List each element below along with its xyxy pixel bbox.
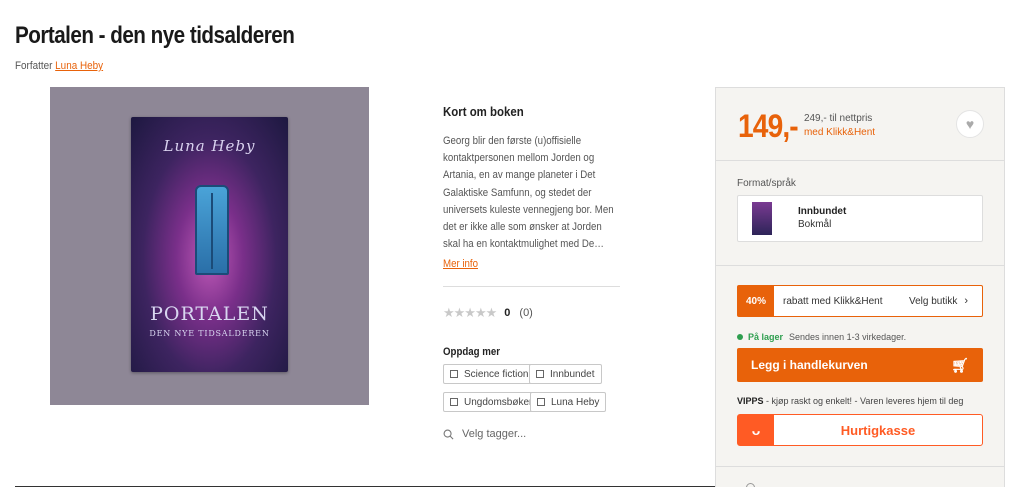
cover-subtitle-text: DEN NYE TIDSALDEREN bbox=[149, 329, 270, 338]
tag-ungdomsboker[interactable]: Ungdomsbøker bbox=[443, 392, 540, 412]
promo-percent: 40% bbox=[738, 286, 774, 316]
tag-search-placeholder: Velg tagger... bbox=[462, 428, 527, 440]
book-cover: Luna Heby PORTALEN DEN NYE TIDSALDEREN bbox=[131, 117, 288, 372]
tag-label: Science fiction bbox=[464, 368, 529, 380]
search-icon bbox=[443, 429, 454, 439]
cover-image-area[interactable]: Luna Heby PORTALEN DEN NYE TIDSALDEREN bbox=[50, 87, 369, 405]
discover-heading: Oppdag mer bbox=[443, 346, 501, 358]
choose-store-button[interactable]: Velg butikk › bbox=[909, 295, 968, 307]
vipps-info: VIPPS - kjøp raskt og enkelt! - Varen le… bbox=[737, 396, 963, 406]
buy-panel: 149,- 249,- til nettpris med Klikk&Hent … bbox=[715, 87, 1005, 487]
tag-label: Ungdomsbøker bbox=[464, 396, 533, 408]
format-language: Bokmål bbox=[798, 219, 832, 230]
stock-dot-icon bbox=[737, 334, 743, 340]
about-text: Georg blir den første (u)offisielle kont… bbox=[443, 135, 614, 251]
vipps-text: - kjøp raskt og enkelt! - Varen leveres … bbox=[763, 396, 964, 406]
choose-store-label: Velg butikk bbox=[908, 295, 958, 307]
vipps-brand: VIPPS bbox=[737, 396, 764, 406]
add-to-cart-button[interactable]: Legg i handlekurven 🛒︎ bbox=[737, 348, 983, 382]
tag-label: Innbundet bbox=[550, 368, 595, 380]
vipps-express-checkout-button[interactable]: ᴗ Hurtigkasse bbox=[737, 414, 983, 446]
rating-count: (0) bbox=[519, 307, 533, 319]
shipping-text: Sendes innen 1-3 virkedager. bbox=[789, 332, 907, 342]
format-thumbnail bbox=[752, 202, 772, 235]
checkbox-icon bbox=[450, 370, 458, 378]
tag-innbundet[interactable]: Innbundet bbox=[529, 364, 602, 384]
add-to-cart-label: Legg i handlekurven bbox=[751, 358, 868, 372]
tag-search[interactable]: Velg tagger... bbox=[443, 428, 526, 440]
checkbox-icon bbox=[450, 398, 458, 406]
format-name: Innbundet bbox=[798, 206, 847, 217]
click-and-collect-promo[interactable]: 40% rabatt med Klikk&Hent Velg butikk › bbox=[737, 285, 983, 317]
radio-icon[interactable] bbox=[746, 482, 755, 487]
chevron-right-icon: › bbox=[964, 295, 968, 307]
vipps-button-label: Hurtigkasse bbox=[840, 422, 916, 438]
delivery-option-partial[interactable] bbox=[746, 482, 926, 487]
checkbox-icon bbox=[537, 398, 545, 406]
vipps-logo-icon: ᴗ bbox=[738, 415, 774, 445]
rating-row[interactable]: ★★★★★ 0 (0) bbox=[443, 305, 533, 321]
author-label: Forfatter bbox=[15, 60, 53, 72]
stock-status: På lager Sendes innen 1-3 virkedager. bbox=[737, 332, 906, 342]
shopping-cart-icon: 🛒︎ bbox=[951, 356, 969, 373]
price: 149,- bbox=[738, 108, 799, 144]
heart-icon: ♥ bbox=[965, 116, 975, 132]
divider bbox=[716, 466, 1004, 467]
author-line: Forfatter Luna Heby bbox=[15, 60, 103, 72]
author-link[interactable]: Luna Heby bbox=[55, 60, 103, 72]
page-title: Portalen - den nye tidsalderen bbox=[15, 22, 295, 49]
list-price: 249,- til nettpris bbox=[803, 113, 873, 124]
promo-text: rabatt med Klikk&Hent bbox=[783, 295, 883, 307]
format-label: Format/språk bbox=[737, 178, 796, 189]
about-section: Kort om boken Georg blir den første (u)o… bbox=[443, 104, 623, 253]
divider bbox=[443, 286, 620, 287]
cover-door-illustration bbox=[195, 185, 229, 275]
rating-stars-icon[interactable]: ★★★★★ bbox=[443, 305, 497, 321]
tag-science-fiction[interactable]: Science fiction bbox=[443, 364, 536, 384]
price-info: 249,- til nettpris med Klikk&Hent bbox=[804, 112, 875, 140]
wishlist-button[interactable]: ♥ bbox=[956, 110, 984, 138]
format-option[interactable]: Innbundet Bokmål bbox=[737, 195, 983, 242]
cover-author-text: Luna Heby bbox=[163, 137, 256, 155]
divider bbox=[716, 265, 1004, 266]
about-heading: Kort om boken bbox=[443, 104, 524, 119]
tag-label: Luna Heby bbox=[551, 396, 600, 408]
rating-value: 0 bbox=[504, 307, 511, 319]
divider bbox=[716, 160, 1004, 161]
cover-title-text: PORTALEN bbox=[150, 303, 269, 325]
price-note: med Klikk&Hent bbox=[803, 127, 876, 138]
checkbox-icon bbox=[536, 370, 544, 378]
price-row: 149,- 249,- til nettpris med Klikk&Hent bbox=[738, 108, 875, 145]
tag-luna-heby[interactable]: Luna Heby bbox=[530, 392, 607, 412]
more-info-link[interactable]: Mer info bbox=[443, 258, 478, 270]
stock-label: På lager bbox=[748, 332, 784, 342]
